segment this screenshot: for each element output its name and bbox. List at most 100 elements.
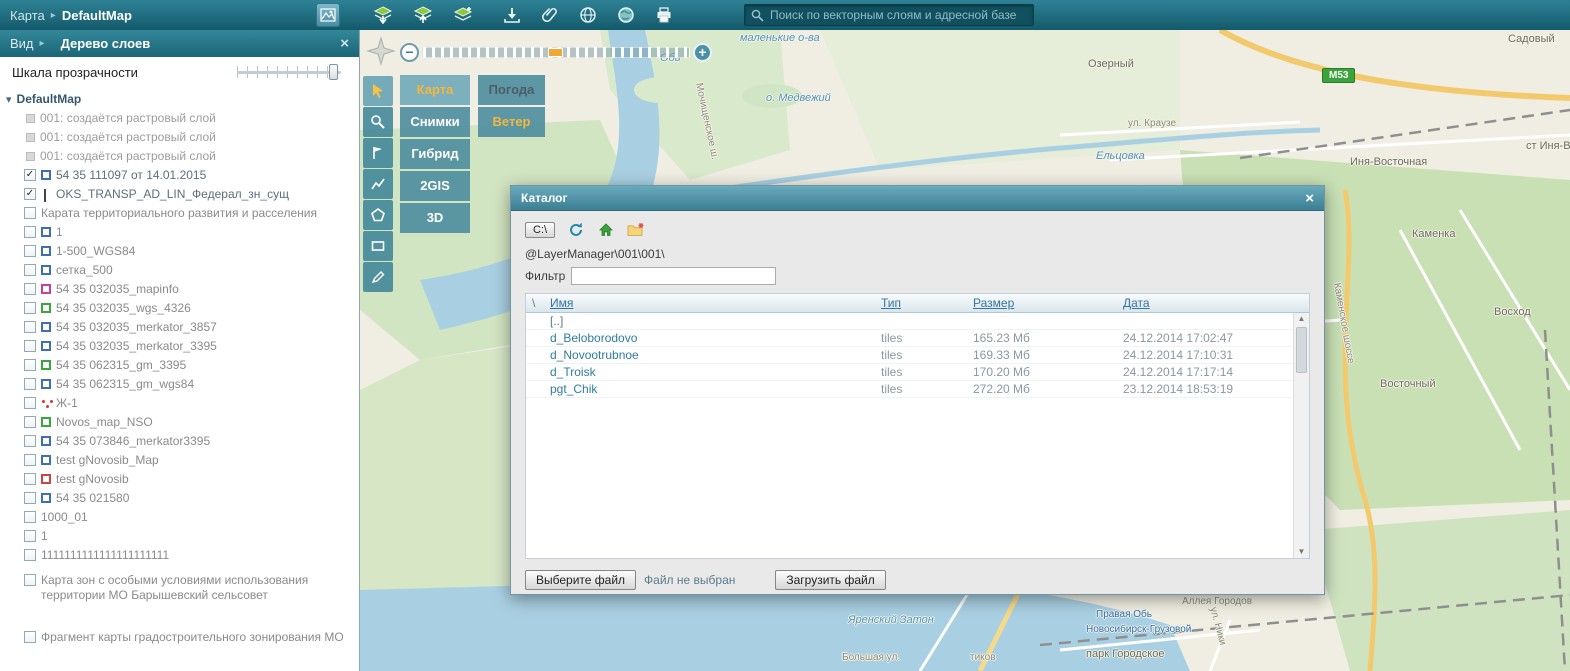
layer-visibility-checkbox[interactable] — [24, 302, 36, 314]
layer-visibility-checkbox[interactable] — [24, 359, 36, 371]
layer-item[interactable]: Ж-1 — [6, 394, 359, 413]
compass-icon[interactable] — [366, 36, 396, 66]
map-tab-3d[interactable]: 3D — [400, 203, 470, 233]
dialog-titlebar[interactable]: Каталог × — [511, 186, 1324, 211]
polygon-tool-button[interactable] — [363, 200, 393, 230]
globe-icon[interactable] — [577, 4, 599, 26]
column-type[interactable]: Тип — [881, 296, 973, 310]
layer-visibility-checkbox[interactable] — [24, 530, 36, 542]
layer-item[interactable]: сетка_500 — [6, 261, 359, 280]
layer-item[interactable]: 001: создаётся растровый слой — [6, 128, 359, 147]
layer-item[interactable]: 001: создаётся растровый слой — [6, 109, 359, 128]
layer-visibility-checkbox[interactable] — [24, 340, 36, 352]
layer-visibility-checkbox[interactable]: ✓ — [24, 188, 36, 200]
catalog-row[interactable]: pgt_Chiktiles272.20 Мб23.12.2014 18:53:1… — [526, 381, 1293, 398]
zoom-track[interactable] — [422, 47, 690, 58]
layer-item[interactable]: 54 35 062315_gm_wgs84 — [6, 375, 359, 394]
layer-item[interactable]: test gNovosib_Map — [6, 451, 359, 470]
layer-item[interactable]: 54 35 032035_mapinfo — [6, 280, 359, 299]
layer-item[interactable]: 54 35 073846_merkator3395 — [6, 432, 359, 451]
layer-visibility-checkbox[interactable] — [24, 207, 36, 219]
dialog-close-button[interactable]: × — [1305, 190, 1314, 207]
layer-visibility-checkbox[interactable] — [24, 283, 36, 295]
filter-input[interactable] — [571, 267, 776, 285]
layer-item[interactable]: 1 — [6, 527, 359, 546]
layer-visibility-checkbox[interactable] — [24, 321, 36, 333]
catalog-row[interactable]: d_Troisktiles170.20 Мб24.12.2014 17:17:1… — [526, 364, 1293, 381]
earth-icon[interactable] — [615, 4, 637, 26]
measure-tool-button[interactable] — [363, 169, 393, 199]
breadcrumb-root[interactable]: Карта — [10, 8, 45, 23]
layer-item[interactable]: Фрагмент карты градостроительного зониро… — [6, 628, 359, 647]
expand-arrow-icon[interactable]: ▾ — [6, 93, 12, 106]
layer-item[interactable]: 54 35 032035_wgs_4326 — [6, 299, 359, 318]
layer-item[interactable]: 1111111111111111111111 — [6, 546, 359, 565]
layer-visibility-checkbox[interactable] — [24, 226, 36, 238]
breadcrumb[interactable]: Карта ▸ DefaultMap — [10, 0, 132, 30]
layer-item[interactable]: 1-500_WGS84 — [6, 242, 359, 261]
attachment-icon[interactable] — [539, 4, 561, 26]
upload-file-button[interactable]: Загрузить файл — [775, 570, 885, 590]
download-icon[interactable] — [501, 4, 523, 26]
import-layer-icon[interactable] — [452, 4, 474, 26]
scroll-down-icon[interactable]: ▼ — [1298, 547, 1306, 557]
flag-tool-button[interactable] — [363, 138, 393, 168]
layer-visibility-checkbox[interactable] — [24, 549, 36, 561]
map-tab-karta[interactable]: Карта — [400, 75, 470, 105]
layer-item[interactable]: 1 — [6, 223, 359, 242]
new-folder-icon[interactable] — [627, 221, 645, 239]
map-tab-snimki[interactable]: Снимки — [400, 107, 470, 137]
layer-visibility-checkbox[interactable] — [24, 416, 36, 428]
opacity-slider[interactable] — [237, 64, 341, 80]
layer-item[interactable]: 54 35 032035_merkator_3857 — [6, 318, 359, 337]
pointer-tool-button[interactable] — [363, 76, 393, 106]
map-tab-pogoda[interactable]: Погода — [478, 75, 545, 105]
map-tab-veter[interactable]: Ветер — [478, 107, 545, 137]
column-name[interactable]: Имя — [548, 296, 881, 310]
layer-visibility-checkbox[interactable] — [24, 454, 36, 466]
catalog-row[interactable]: d_Beloborodovotiles165.23 Мб24.12.2014 1… — [526, 330, 1293, 347]
close-panel-button[interactable]: × — [340, 35, 349, 52]
map-image-button[interactable] — [316, 3, 340, 27]
layer-item[interactable]: ✓OKS_TRANSP_AD_LIN_Федерал_зн_сущ — [6, 185, 359, 204]
table-scrollbar[interactable]: ▲ ▼ — [1293, 313, 1309, 558]
layer-item[interactable]: 1000_01 — [6, 508, 359, 527]
choose-file-button[interactable]: Выберите файл — [525, 570, 636, 590]
layer-visibility-checkbox[interactable] — [24, 397, 36, 409]
search-input[interactable] — [770, 8, 1027, 22]
root-label[interactable]: DefaultMap — [17, 92, 82, 106]
layer-item[interactable]: 54 35 032035_merkator_3395 — [6, 337, 359, 356]
layer-visibility-checkbox[interactable] — [24, 511, 36, 523]
map-tab-gibrid[interactable]: Гибрид — [400, 139, 470, 169]
export-layer-icon[interactable] — [412, 4, 434, 26]
zoom-level-marker[interactable] — [548, 48, 563, 57]
layer-visibility-checkbox[interactable] — [24, 264, 36, 276]
layer-item[interactable]: 54 35 062315_gm_3395 — [6, 356, 359, 375]
vector-search[interactable] — [744, 4, 1034, 26]
layer-item[interactable]: Novos_map_NSO — [6, 413, 359, 432]
slider-handle[interactable] — [329, 64, 338, 80]
layer-visibility-checkbox[interactable] — [24, 574, 36, 586]
save-layer-icon[interactable] — [372, 4, 394, 26]
column-size[interactable]: Размер — [973, 296, 1123, 310]
catalog-row[interactable]: d_Novootrubnoetiles169.33 Мб24.12.2014 1… — [526, 347, 1293, 364]
layer-visibility-checkbox[interactable] — [24, 378, 36, 390]
layer-item[interactable]: Карта зон с особыми условиями использова… — [6, 571, 359, 604]
map-tab-2gis[interactable]: 2GIS — [400, 171, 470, 201]
layer-visibility-checkbox[interactable]: ✓ — [24, 169, 36, 181]
refresh-icon[interactable] — [567, 221, 585, 239]
scroll-thumb[interactable] — [1296, 327, 1307, 373]
zoom-tool-button[interactable] — [363, 107, 393, 137]
draw-tool-button[interactable] — [363, 262, 393, 292]
zoom-slider[interactable]: − + — [400, 42, 712, 62]
view-menu[interactable]: Вид — [10, 36, 34, 51]
layer-item[interactable]: test gNovosib — [6, 470, 359, 489]
layer-item[interactable]: 54 35 021580 — [6, 489, 359, 508]
print-icon[interactable] — [653, 4, 675, 26]
layer-visibility-checkbox[interactable] — [24, 245, 36, 257]
zoom-in-button[interactable]: + — [693, 43, 712, 62]
layer-visibility-checkbox[interactable] — [24, 631, 36, 643]
catalog-row-parent[interactable]: [..] — [526, 313, 1293, 330]
layer-visibility-checkbox[interactable] — [24, 492, 36, 504]
scroll-up-icon[interactable]: ▲ — [1298, 314, 1306, 324]
